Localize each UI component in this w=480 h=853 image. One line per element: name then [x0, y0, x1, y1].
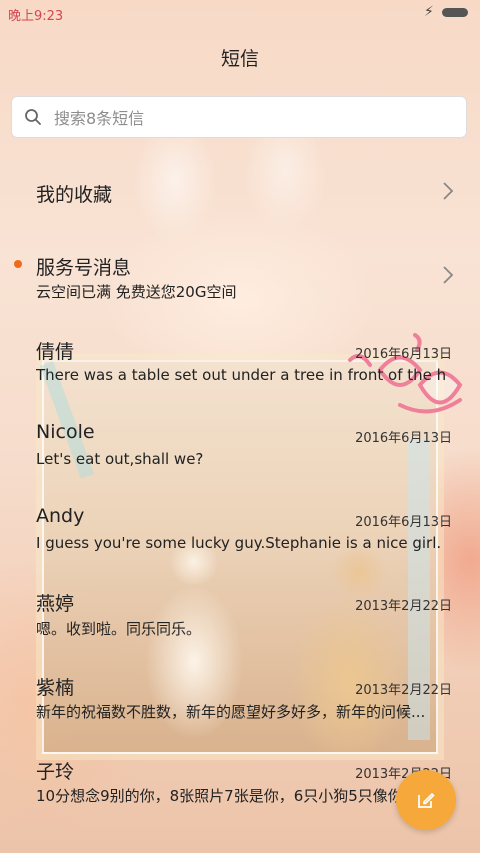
chevron-right-icon: [443, 266, 454, 284]
conversation-row[interactable]: Nicole 2016年6月13日 Let's eat out,shall we…: [0, 415, 480, 490]
chevron-right-icon: [443, 182, 454, 200]
favorites-row[interactable]: 我的收藏: [0, 160, 480, 222]
conversation-date: 2016年6月13日: [355, 347, 452, 362]
conversation-row[interactable]: 燕婷 2013年2月22日 嗯。收到啦。同乐同乐。: [0, 583, 480, 658]
search-icon: [25, 109, 41, 125]
unread-dot: [14, 260, 22, 268]
conversation-snippet: Let's eat out,shall we?: [36, 450, 204, 468]
conversation-name: 燕婷: [36, 593, 75, 615]
conversation-row[interactable]: 倩倩 2016年6月13日 There was a table set out …: [0, 330, 480, 405]
status-bar: 晚上9:23 ⚡: [0, 0, 480, 28]
conversation-date: 2016年6月13日: [355, 431, 452, 446]
conversation-snippet: 新年的祝福数不胜数，新年的愿望好多好多，新年的问候...: [36, 703, 426, 721]
page-title: 短信: [220, 48, 259, 70]
conversation-name: 服务号消息: [36, 257, 132, 279]
conversation-snippet: I guess you're some lucky guy.Stephanie …: [36, 534, 442, 552]
conversation-date: 2013年2月22日: [355, 599, 452, 614]
service-messages-row[interactable]: 服务号消息 云空间已满 免费送您20G空间: [0, 240, 480, 310]
conversation-date: 2016年6月13日: [355, 515, 452, 530]
charging-icon: ⚡: [424, 4, 434, 20]
battery-icon: [442, 8, 468, 17]
conversation-snippet: 嗯。收到啦。同乐同乐。: [36, 620, 202, 638]
conversation-name: Nicole: [36, 421, 95, 443]
compose-icon: [418, 792, 435, 808]
conversation-name: 紫楠: [36, 677, 75, 699]
conversation-name: 倩倩: [36, 341, 75, 363]
compose-button[interactable]: [396, 770, 456, 830]
search-input[interactable]: [52, 104, 456, 132]
conversation-snippet: 10分想念9别的你，8张照片7张是你，6只小狗5只像你: [36, 787, 403, 805]
conversation-snippet: There was a table set out under a tree i…: [36, 366, 446, 384]
status-time: 晚上9:23: [8, 9, 64, 24]
search-bar[interactable]: [11, 96, 467, 138]
conversation-row[interactable]: 紫楠 2013年2月22日 新年的祝福数不胜数，新年的愿望好多好多，新年的问候.…: [0, 667, 480, 742]
conversation-date: 2013年2月22日: [355, 683, 452, 698]
conversation-name: 子玲: [36, 761, 75, 783]
conversation-snippet: 云空间已满 免费送您20G空间: [36, 283, 237, 301]
conversation-row[interactable]: Andy 2016年6月13日 I guess you're some luck…: [0, 499, 480, 574]
favorites-label: 我的收藏: [36, 184, 113, 206]
conversation-name: Andy: [36, 505, 85, 527]
